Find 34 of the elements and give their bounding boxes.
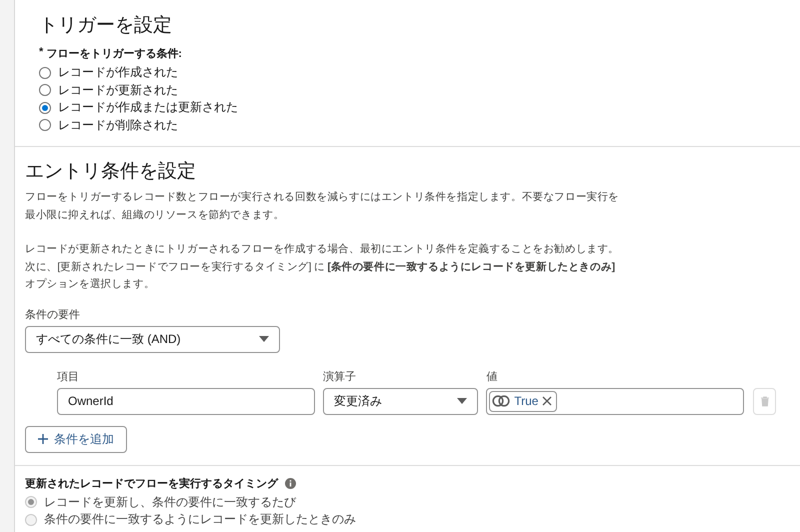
linked-circles-icon: [492, 395, 510, 407]
description-text: フローをトリガーするレコード数とフローが実行される回数を減らすにはエントリ条件を指定します。不要なフロー実行を最小限に抑えれば、組織のリソースを節約できます。: [25, 190, 620, 222]
plus-icon: [38, 434, 48, 444]
required-mark: *: [39, 46, 44, 60]
description-text: レコードが更新されたときにトリガーされるフローを作成する場合、最初にエントリ条件を定義することをお勧めします。次に、[更新されたレコードでフローを実行するタイミング] に [条件の要件に一致するようにレコードを更新したときのみ] オプションを選択します。: [25, 242, 620, 292]
radio-label: レコードが更新された: [58, 82, 178, 99]
dropdown[interactable]: すべての条件に一致 (AND): [25, 326, 280, 352]
field-label: フローをトリガーする条件:: [46, 47, 182, 61]
input-field[interactable]: True: [486, 388, 744, 414]
radio-button[interactable]: [39, 102, 51, 114]
field-label: 更新されたレコードでフローを実行するタイミング: [25, 476, 278, 490]
radio-label: 条件の要件に一致するようにレコードを更新したときのみ: [44, 511, 356, 528]
trash-icon: [760, 396, 770, 406]
field-label: 値: [486, 370, 498, 384]
section-title: エントリ条件を設定: [25, 160, 197, 184]
close-icon[interactable]: [542, 396, 552, 406]
radio-button[interactable]: [39, 84, 51, 96]
info-icon[interactable]: [285, 478, 296, 488]
caret-icon: [259, 336, 269, 342]
radio-label: レコードが作成された: [58, 64, 178, 82]
radio-label: レコードを更新し、条件の要件に一致するたび: [44, 494, 296, 511]
radio-button[interactable]: [39, 66, 51, 79]
value-pill[interactable]: True: [489, 390, 558, 412]
radio-label: レコードが削除された: [58, 116, 178, 134]
dropdown[interactable]: 変更済み: [323, 388, 478, 414]
field-label: 演算子: [323, 370, 358, 384]
field-label: 項目: [57, 370, 80, 384]
radio-label: レコードが作成または更新された: [58, 99, 238, 116]
add-condition-button[interactable]: 条件を追加: [25, 426, 127, 452]
section-title: トリガーを設定: [39, 14, 173, 38]
radio-button[interactable]: [39, 119, 51, 132]
field-label: 条件の要件: [25, 308, 81, 322]
caret-icon: [457, 398, 468, 404]
input-field[interactable]: OwnerId: [57, 388, 316, 414]
